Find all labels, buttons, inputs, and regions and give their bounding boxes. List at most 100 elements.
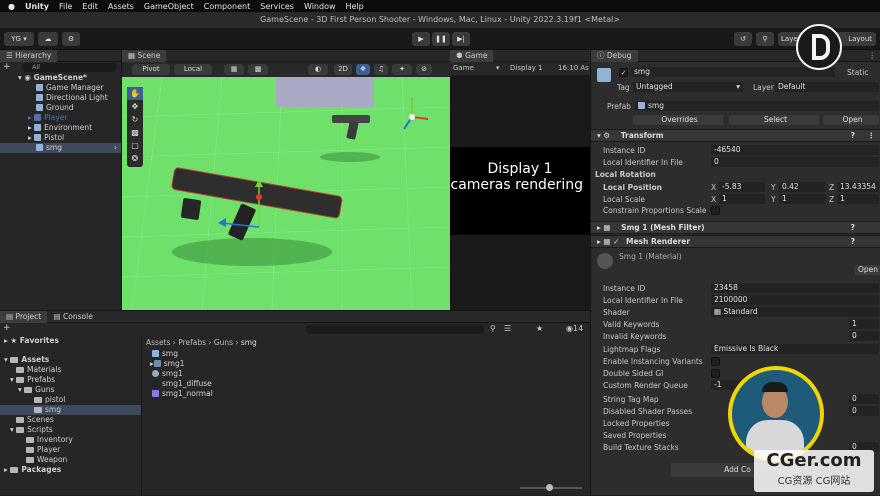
breadcrumb-item[interactable]: smg (241, 338, 257, 347)
menu-component[interactable]: Component (204, 2, 250, 11)
folder-item[interactable]: Scenes (0, 415, 141, 425)
collab-icon[interactable]: ⚙ (62, 32, 80, 46)
folder-item-selected[interactable]: smg (0, 405, 141, 415)
invalid-keywords-field[interactable]: 0 (849, 331, 879, 341)
shading-icon[interactable]: ◐ (308, 64, 328, 75)
tab-hierarchy[interactable]: ☰ Hierarchy (0, 50, 58, 62)
scene-viewport[interactable] (122, 77, 450, 310)
object-name-field[interactable]: smg (631, 67, 835, 77)
pause-button[interactable]: ❚❚ (432, 32, 450, 46)
saved-properties-label[interactable]: Saved Properties (603, 431, 666, 440)
hierarchy-item[interactable]: ▸ Pistol (0, 133, 121, 143)
label-icon[interactable]: ☰ (504, 324, 511, 333)
hierarchy-scene-row[interactable]: ▾ ◉ GameScene* (0, 73, 121, 83)
folder-item[interactable]: Materials (0, 365, 141, 375)
overrides-dropdown[interactable]: Overrides (633, 115, 723, 125)
star-icon[interactable]: ★ (536, 324, 543, 333)
material-open-button[interactable]: Open (855, 265, 880, 275)
menu-edit[interactable]: Edit (82, 2, 98, 11)
audio-icon[interactable]: ♫ (374, 64, 388, 75)
tab-project[interactable]: ▤ Project (0, 311, 48, 323)
file-item[interactable]: ▸ smg1 (150, 359, 350, 369)
hierarchy-item[interactable]: Directional Light (0, 93, 121, 103)
locked-properties-label[interactable]: Locked Properties (603, 419, 670, 428)
hierarchy-item-selected[interactable]: smg › (0, 143, 121, 153)
scale-x-field[interactable]: 1 (719, 194, 765, 204)
snap-icon[interactable]: ▩ (248, 64, 268, 75)
menu-app[interactable]: Unity (25, 2, 49, 11)
rect-tool-icon[interactable]: ▢ (127, 139, 143, 152)
chevron-right-icon[interactable]: › (114, 143, 117, 153)
hierarchy-item[interactable]: ▸ Environment (0, 123, 121, 133)
file-item[interactable]: smg1_normal (150, 389, 350, 399)
disabled-passes-field[interactable]: 0 (849, 406, 879, 416)
folder-item[interactable]: pistol (0, 395, 141, 405)
visibility-icon[interactable]: ◉14 (566, 324, 583, 333)
history-icon[interactable]: ↺ (734, 32, 752, 46)
folder-item[interactable]: ▾ Scripts (0, 425, 141, 435)
hand-tool-icon[interactable]: ✋ (127, 87, 143, 100)
file-item[interactable]: smg1_diffuse (150, 379, 350, 389)
file-item[interactable]: smg1 (150, 369, 350, 379)
menu-help[interactable]: Help (346, 2, 364, 11)
position-z-field[interactable]: 13.43354 (837, 182, 879, 192)
menu-file[interactable]: File (59, 2, 72, 11)
rotate-tool-icon[interactable]: ↻ (127, 113, 143, 126)
menu-gameobject[interactable]: GameObject (144, 2, 194, 11)
breadcrumb-item[interactable]: Prefabs (178, 338, 206, 347)
local-dropdown[interactable]: Local (174, 64, 212, 75)
tab-scene[interactable]: ▦ Scene (122, 50, 167, 62)
apple-icon[interactable]: ● (8, 2, 15, 11)
menu-window[interactable]: Window (304, 2, 336, 11)
hierarchy-item[interactable]: Game Manager (0, 83, 121, 93)
folder-item[interactable]: Inventory (0, 435, 141, 445)
instancing-checkbox[interactable] (711, 357, 720, 366)
display-dropdown[interactable]: Display 1 (510, 62, 542, 75)
mesh-filter-header[interactable]: ▸ ▦ Smg 1 (Mesh Filter)? (591, 221, 880, 234)
scale-z-field[interactable]: 1 (837, 194, 879, 204)
active-checkbox[interactable]: ✓ (619, 68, 628, 77)
effects-icon[interactable]: ✦ (392, 64, 412, 75)
mat-instance-id-field[interactable]: 23458 (711, 283, 879, 293)
instance-id-field[interactable]: -46540 (711, 145, 879, 155)
account-button[interactable]: YG ▾ (4, 32, 34, 46)
build-texture-stacks-label[interactable]: Build Texture Stacks (603, 443, 679, 452)
file-item[interactable]: smg (150, 349, 350, 359)
invalid-keywords-label[interactable]: Invalid Keywords (603, 332, 666, 341)
local-identifier-field[interactable]: 0 (711, 157, 879, 167)
static-label[interactable]: Static (847, 68, 868, 77)
scale-y-field[interactable]: 1 (779, 194, 825, 204)
project-search-input[interactable] (306, 325, 484, 334)
position-x-field[interactable]: -5.83 (719, 182, 765, 192)
folder-item[interactable]: Player (0, 445, 141, 455)
local-rotation-label[interactable]: Local Rotation (595, 170, 656, 179)
filter-icon[interactable]: ⚲ (490, 324, 496, 333)
hierarchy-search-input[interactable]: All (22, 63, 117, 72)
disabled-passes-label[interactable]: Disabled Shader Passes (603, 407, 692, 416)
add-icon[interactable]: + (3, 62, 11, 72)
mat-local-identifier-field[interactable]: 2100000 (711, 295, 879, 305)
valid-keywords-field[interactable]: 1 (849, 319, 879, 329)
tag-dropdown[interactable]: Untagged ▾ (633, 82, 743, 92)
assets-row[interactable]: ▾ Assets (0, 355, 141, 365)
open-button[interactable]: Open (823, 115, 879, 125)
tab-game[interactable]: ⚉ Game (450, 50, 494, 62)
string-tag-map-label[interactable]: String Tag Map (603, 395, 659, 404)
cloud-icon[interactable]: ☁ (38, 32, 58, 46)
valid-keywords-label[interactable]: Valid Keywords (603, 320, 659, 329)
component-menu-icon[interactable]: ⋮ (868, 130, 876, 142)
hierarchy-item[interactable]: Ground (0, 103, 121, 113)
position-y-field[interactable]: 0.42 (779, 182, 825, 192)
hierarchy-item-player[interactable]: ▸ Player (0, 113, 121, 123)
string-tag-map-field[interactable]: 0 (849, 394, 879, 404)
breadcrumb-item[interactable]: Guns (214, 338, 233, 347)
mesh-renderer-header[interactable]: ▸ ▦ ✓ Mesh Renderer? (591, 235, 880, 248)
grid-snap-icon[interactable]: ▦ (224, 64, 244, 75)
folder-item[interactable]: ▾ Guns (0, 385, 141, 395)
aspect-dropdown[interactable]: 16:10 As (558, 62, 589, 75)
zoom-slider-thumb[interactable] (546, 484, 553, 491)
help-icon[interactable]: ? (851, 222, 855, 234)
folder-item[interactable]: Weapon (0, 455, 141, 465)
packages-row[interactable]: ▸ Packages (0, 465, 141, 475)
game-display-dropdown[interactable]: Game (453, 62, 474, 75)
